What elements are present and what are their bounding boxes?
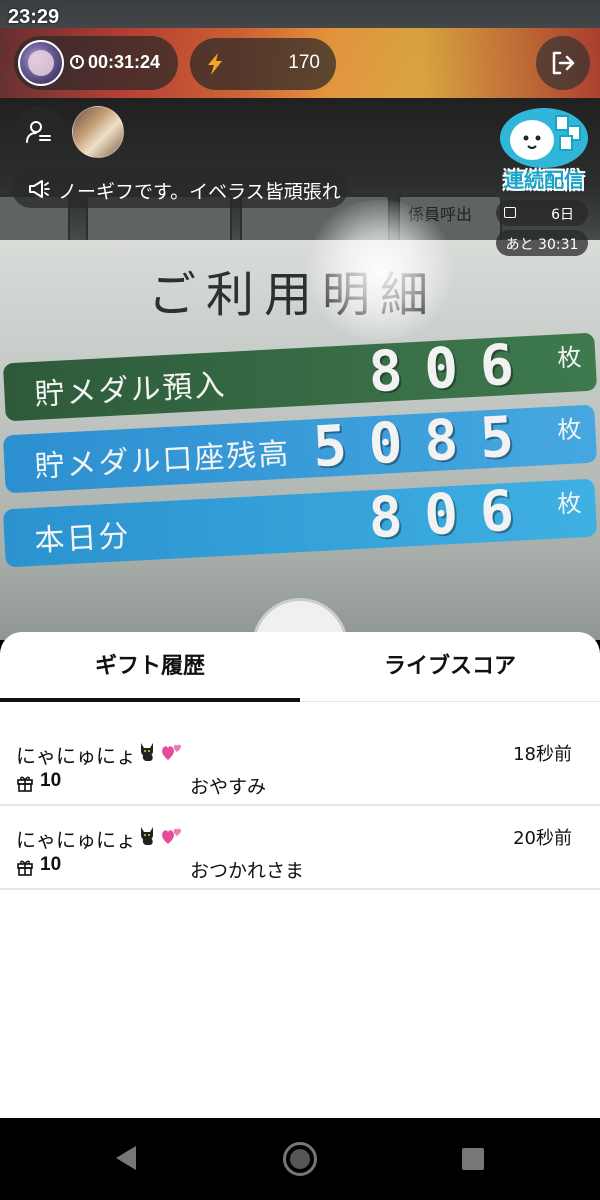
host-info-pill[interactable]: 00:31:24 <box>14 36 178 90</box>
gift-timestamp: 20秒前 <box>513 828 572 849</box>
host-avatar[interactable] <box>18 40 64 86</box>
clock-icon <box>70 55 84 69</box>
home-icon[interactable] <box>283 1142 317 1176</box>
list-item[interactable]: にゃにゅにょ 20秒前 10 おつかれさま <box>0 806 600 890</box>
live-camera-view: 係員呼出 ご利用明細 貯メダル預入 806 枚 貯メダル口座残高 5085 枚 … <box>0 0 600 640</box>
gift-sender-name[interactable]: にゃにゅにょ <box>16 824 136 853</box>
exit-button[interactable] <box>536 36 590 90</box>
camera-glare <box>300 200 460 340</box>
megaphone-icon <box>29 180 50 198</box>
gift-history-sheet: ギフト履歴 ライブスコア にゃにゅにょ 18秒前 10 おやすみ にゃにゅにょ … <box>0 632 600 1118</box>
streak-days: 6日 <box>551 207 574 223</box>
gift-sender-name[interactable]: にゃにゅにょ <box>16 740 136 769</box>
active-tab-indicator <box>0 698 300 702</box>
recent-apps-icon[interactable] <box>462 1148 484 1170</box>
pink-hearts-icon <box>162 744 181 760</box>
exit-icon <box>552 51 575 75</box>
camera-row-label: 貯メダル口座残高 <box>33 436 292 485</box>
stream-elapsed-time: 00:31:24 <box>88 52 161 72</box>
remaining-time-pill: あと 30:31 <box>496 230 588 256</box>
follow-button[interactable] <box>12 106 64 158</box>
back-icon[interactable] <box>116 1146 136 1170</box>
gift-icon <box>17 776 33 792</box>
announcement-text: ノーギフです。イベラス皆頑張れ <box>58 181 341 203</box>
gift-message: おつかれさま <box>190 860 305 882</box>
viewer-avatar[interactable] <box>72 106 124 158</box>
points-value: 170 <box>288 52 320 73</box>
tab-live-score[interactable]: ライブスコア <box>300 632 600 702</box>
streak-mascot-icon <box>500 108 588 168</box>
camera-row-label: 本日分 <box>33 518 132 559</box>
follow-user-icon <box>26 121 51 143</box>
status-bar-time: 23:29 <box>8 6 60 28</box>
tab-gift-history[interactable]: ギフト履歴 <box>0 632 300 702</box>
black-cat-icon <box>141 827 153 845</box>
streak-badge[interactable]: 連続配信 <box>496 106 592 192</box>
gift-timestamp: 18秒前 <box>513 744 572 765</box>
streak-label: 連続配信 <box>504 168 584 192</box>
camera-row-label: 貯メダル預入 <box>33 367 228 413</box>
points-pill[interactable]: 170 <box>190 38 336 90</box>
system-nav-bar <box>0 1118 600 1200</box>
remaining-time: あと 30:31 <box>505 237 579 253</box>
announcement-pill[interactable]: ノーギフです。イベラス皆頑張れ <box>12 170 348 208</box>
camera-row-value: 806 <box>367 477 538 552</box>
camera-row-unit: 枚 <box>556 343 583 373</box>
gift-message: おやすみ <box>190 776 267 798</box>
black-cat-icon <box>141 743 153 761</box>
camera-row-value: 806 <box>367 331 538 406</box>
gift-icon <box>17 860 33 876</box>
gift-list: にゃにゅにょ 18秒前 10 おやすみ にゃにゅにょ 20秒前 10 おつかれさ… <box>0 722 600 890</box>
calendar-icon <box>504 207 516 218</box>
gift-amount: 10 <box>40 770 62 791</box>
camera-row-unit: 枚 <box>556 489 583 519</box>
camera-row-unit: 枚 <box>556 415 583 445</box>
streak-days-pill: 6日 <box>496 200 588 226</box>
pink-hearts-icon <box>162 828 181 844</box>
list-item[interactable]: にゃにゅにょ 18秒前 10 おやすみ <box>0 722 600 806</box>
lightning-icon <box>208 53 222 75</box>
gift-amount: 10 <box>40 854 62 875</box>
camera-row-value: 5085 <box>311 403 538 481</box>
sheet-tabs: ギフト履歴 ライブスコア <box>0 632 600 702</box>
